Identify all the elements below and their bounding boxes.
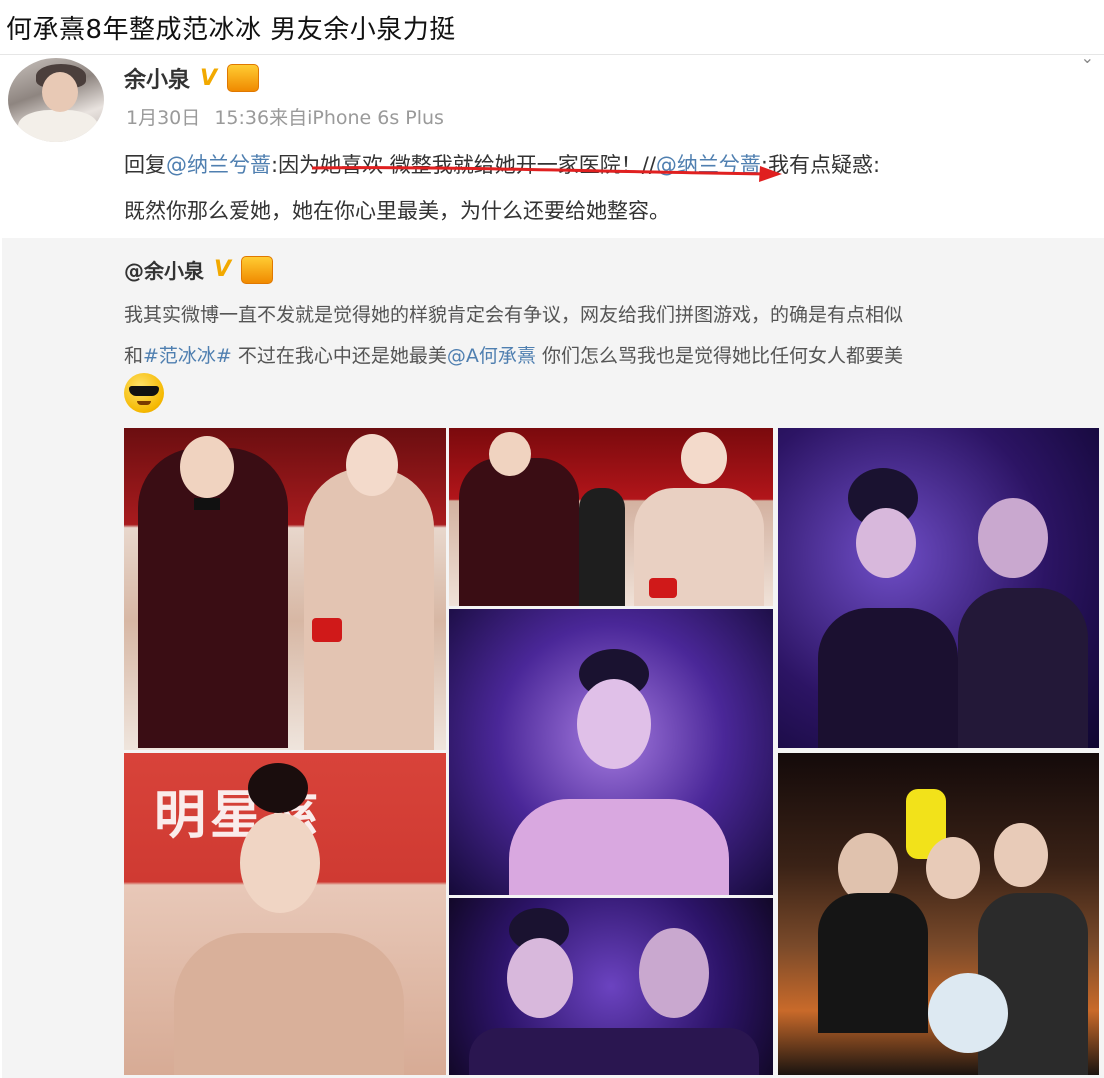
photo-couple-stage[interactable] (449, 428, 773, 606)
post-author: 余小泉 V (124, 62, 260, 94)
headline-bar: 何承熹8年整成范冰冰 男友余小泉力挺 (0, 0, 1104, 55)
photo-woman-pink-dress[interactable]: 明星慈 (124, 753, 446, 1075)
quoted-body-2: 你们怎么骂我也是觉得她比任何女人都要美 (535, 345, 903, 367)
post-time[interactable]: 15:36 (214, 107, 269, 129)
headline-title: 何承熹8年整成范冰冰 男友余小泉力挺 (6, 15, 456, 45)
photo-couple-red-carpet[interactable] (124, 428, 446, 750)
quoted-line-1: 我其实微博一直不发就是觉得她的样貌肯定会有争议，网友给我们拼图游戏，的确是有点相… (124, 304, 904, 326)
quoted-author: @余小泉 V (124, 255, 274, 284)
avatar[interactable] (8, 58, 104, 142)
hashtag-link[interactable]: #范冰冰# (143, 345, 232, 367)
red-underline-arrow-icon (312, 166, 782, 182)
post-meta: 1月30日 15:36来自iPhone 6s Plus (126, 103, 444, 130)
photo-couple-purple-close[interactable] (449, 898, 773, 1075)
quoted-body: 不过在我心中还是她最美 (231, 345, 447, 367)
post-date[interactable]: 1月30日 (126, 107, 200, 129)
mention-link[interactable]: @A何承熹 (447, 345, 536, 367)
username[interactable]: 余小泉 (124, 62, 190, 94)
mention-link[interactable]: @纳兰兮蔷 (166, 153, 271, 177)
verified-badge-icon: V (214, 257, 232, 282)
more-chevron-icon[interactable]: ⌄ (1081, 48, 1094, 67)
photo-event-stage[interactable] (778, 753, 1099, 1075)
post-source: 来自iPhone 6s Plus (269, 107, 444, 129)
photo-woman-purple-gown[interactable] (449, 609, 773, 895)
level-badge-icon (241, 255, 274, 284)
quoted-text: 我其实微博一直不发就是觉得她的样貌肯定会有争议，网友给我们拼图游戏，的确是有点相… (124, 295, 1089, 377)
reply-line-2: 既然你那么爱她，她在你心里最美，为什么还要给她整容。 (124, 199, 670, 223)
reply-prefix: 回复 (124, 153, 166, 177)
quoted-username[interactable]: @余小泉 (124, 255, 204, 284)
cool-emoji-icon (124, 373, 164, 413)
verified-badge-icon: V (200, 65, 218, 91)
photo-couple-purple-stage[interactable] (778, 428, 1099, 748)
reply-text: 回复@纳兰兮蔷:因为她喜欢 微整我就给她开一家医院！//@纳兰兮蔷:我有点疑惑:… (124, 142, 1099, 234)
quoted-prefix: 和 (124, 345, 144, 367)
level-badge-icon (227, 64, 260, 92)
